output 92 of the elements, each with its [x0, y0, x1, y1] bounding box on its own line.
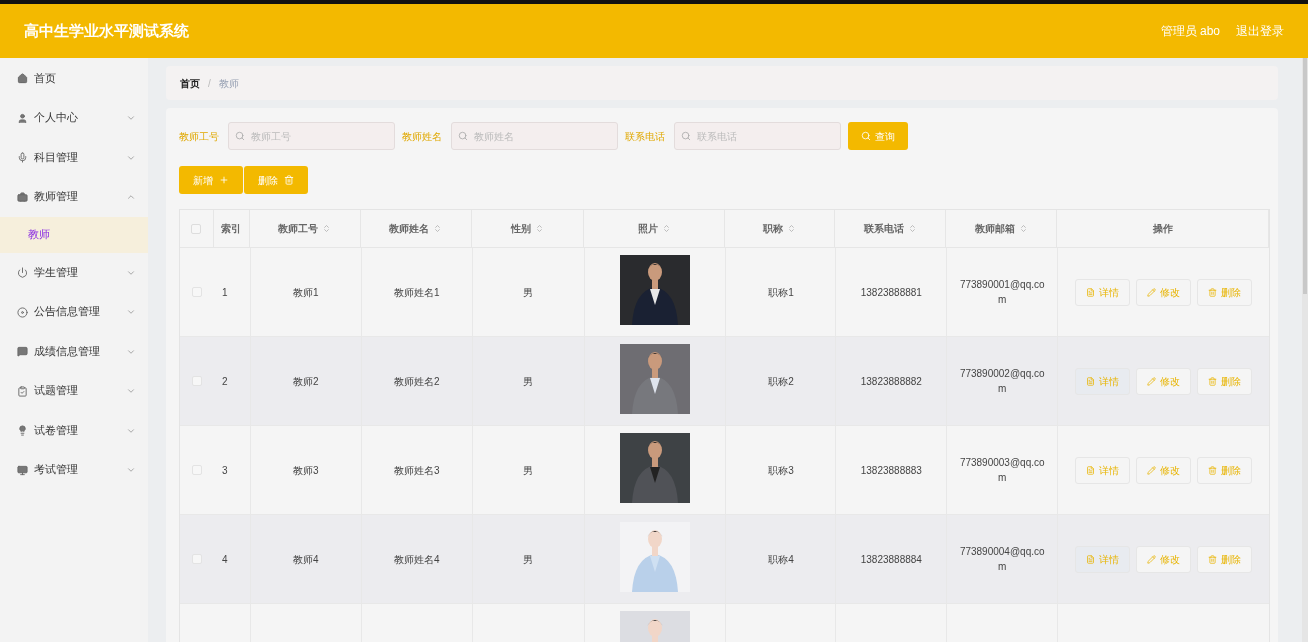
document-icon: [1086, 376, 1096, 386]
index-cell-text: 3: [221, 463, 228, 478]
menu-icon: [17, 346, 28, 358]
sort-icon[interactable]: [1018, 224, 1028, 233]
name-cell-text: 教师姓名2: [394, 374, 440, 389]
email-cell-text: 773890002@qq.com: [958, 367, 1046, 396]
field-label: 教师工号: [179, 129, 219, 144]
index-cell-text: 4: [221, 552, 228, 567]
index-cell-text: 2: [221, 374, 228, 389]
pencil-icon: [1147, 465, 1157, 475]
title-cell-text: 职称2: [768, 374, 794, 389]
app-title: 高中生学业水平测试系统: [24, 20, 189, 41]
name-cell-text: 教师姓名3: [394, 463, 440, 478]
sort-icon[interactable]: [787, 224, 797, 233]
pencil-icon: [1147, 554, 1157, 564]
menu-icon: [17, 385, 28, 397]
breadcrumb-item: 教师: [218, 76, 239, 91]
breadcrumb-item[interactable]: 首页: [180, 75, 200, 91]
column-header[interactable]: 性别: [510, 221, 531, 236]
menu-item[interactable]: 科目管理: [0, 138, 148, 178]
menu-item[interactable]: 试卷管理: [0, 411, 148, 451]
email-cell-text: 773890001@qq.com: [958, 278, 1046, 307]
id-cell-text: 教师1: [293, 285, 319, 300]
menu-item[interactable]: 公告信息管理: [0, 292, 148, 332]
id-cell-text: 教师3: [293, 463, 319, 478]
menu-item[interactable]: 首页: [0, 59, 148, 99]
menu-icon: [17, 306, 28, 318]
column-header[interactable]: 照片: [637, 221, 658, 236]
document-icon: [1086, 554, 1096, 564]
index-cell-text: 1: [221, 285, 228, 300]
menu-icon: [17, 425, 28, 437]
pencil-icon: [1147, 287, 1157, 297]
trash-icon: [284, 175, 294, 185]
column-header: 操作: [1152, 222, 1173, 236]
sort-icon[interactable]: [534, 224, 544, 233]
breadcrumb-separator: /: [208, 76, 211, 91]
column-header[interactable]: 教师工号: [278, 221, 319, 236]
column-header[interactable]: 教师姓名: [389, 221, 430, 236]
name-cell-text: 教师姓名4: [394, 552, 440, 567]
column-header[interactable]: 教师邮箱: [974, 221, 1015, 236]
submenu-item[interactable]: 教师: [0, 217, 148, 253]
gender-cell-text: 男: [523, 285, 534, 300]
trash-icon: [1208, 554, 1218, 564]
id-cell-text: 教师4: [293, 552, 319, 567]
menu-icon: [17, 267, 28, 279]
menu-icon: [17, 191, 28, 203]
field-label: 教师姓名: [402, 129, 442, 144]
search-icon: [861, 131, 871, 141]
email-cell-text: 773890004@qq.com: [958, 545, 1046, 574]
field-label: 联系电话: [625, 129, 665, 144]
menu-item[interactable]: 试题管理: [0, 371, 148, 411]
document-icon: [1086, 287, 1096, 297]
pencil-icon: [1147, 376, 1157, 386]
phone-cell-text: 13823888883: [860, 463, 922, 478]
menu-icon: [17, 464, 28, 476]
sort-icon[interactable]: [433, 224, 443, 233]
name-cell-text: 教师姓名1: [394, 285, 440, 300]
email-cell-text: 773890003@qq.com: [958, 456, 1046, 485]
title-cell-text: 职称4: [768, 552, 794, 567]
select-all-checkbox[interactable]: [191, 223, 202, 234]
menu-icon: [17, 73, 28, 85]
search-icon: [681, 131, 691, 141]
column-header[interactable]: 联系电话: [863, 221, 904, 236]
menu-item[interactable]: 学生管理: [0, 253, 148, 293]
document-icon: [1086, 465, 1096, 475]
title-cell-text: 职称1: [768, 285, 794, 300]
phone-cell-text: 13823888884: [860, 552, 922, 567]
gender-cell-text: 男: [523, 463, 534, 478]
sort-icon[interactable]: [907, 224, 917, 233]
menu-icon: [17, 112, 28, 124]
trash-icon: [1208, 376, 1218, 386]
phone-cell-text: 13823888882: [860, 374, 922, 389]
column-header: 索引: [221, 222, 242, 236]
user-label: 管理员 abo: [1160, 23, 1220, 40]
menu-item[interactable]: 个人中心: [0, 98, 148, 138]
title-cell-text: 职称3: [768, 463, 794, 478]
plus-icon: [219, 175, 229, 185]
trash-icon: [1208, 287, 1218, 297]
id-cell-text: 教师2: [293, 374, 319, 389]
gender-cell-text: 男: [523, 374, 534, 389]
menu-icon: [17, 152, 28, 164]
menu-item[interactable]: 考试管理: [0, 450, 148, 490]
sort-icon[interactable]: [661, 224, 671, 233]
menu-item[interactable]: 教师管理: [0, 177, 148, 217]
column-header[interactable]: 职称: [763, 221, 784, 236]
sort-icon[interactable]: [322, 224, 332, 233]
search-icon: [458, 131, 468, 141]
trash-icon: [1208, 465, 1218, 475]
phone-cell-text: 13823888881: [860, 285, 922, 300]
menu-item[interactable]: 成绩信息管理: [0, 332, 148, 372]
gender-cell-text: 男: [523, 552, 534, 567]
search-icon: [235, 131, 245, 141]
